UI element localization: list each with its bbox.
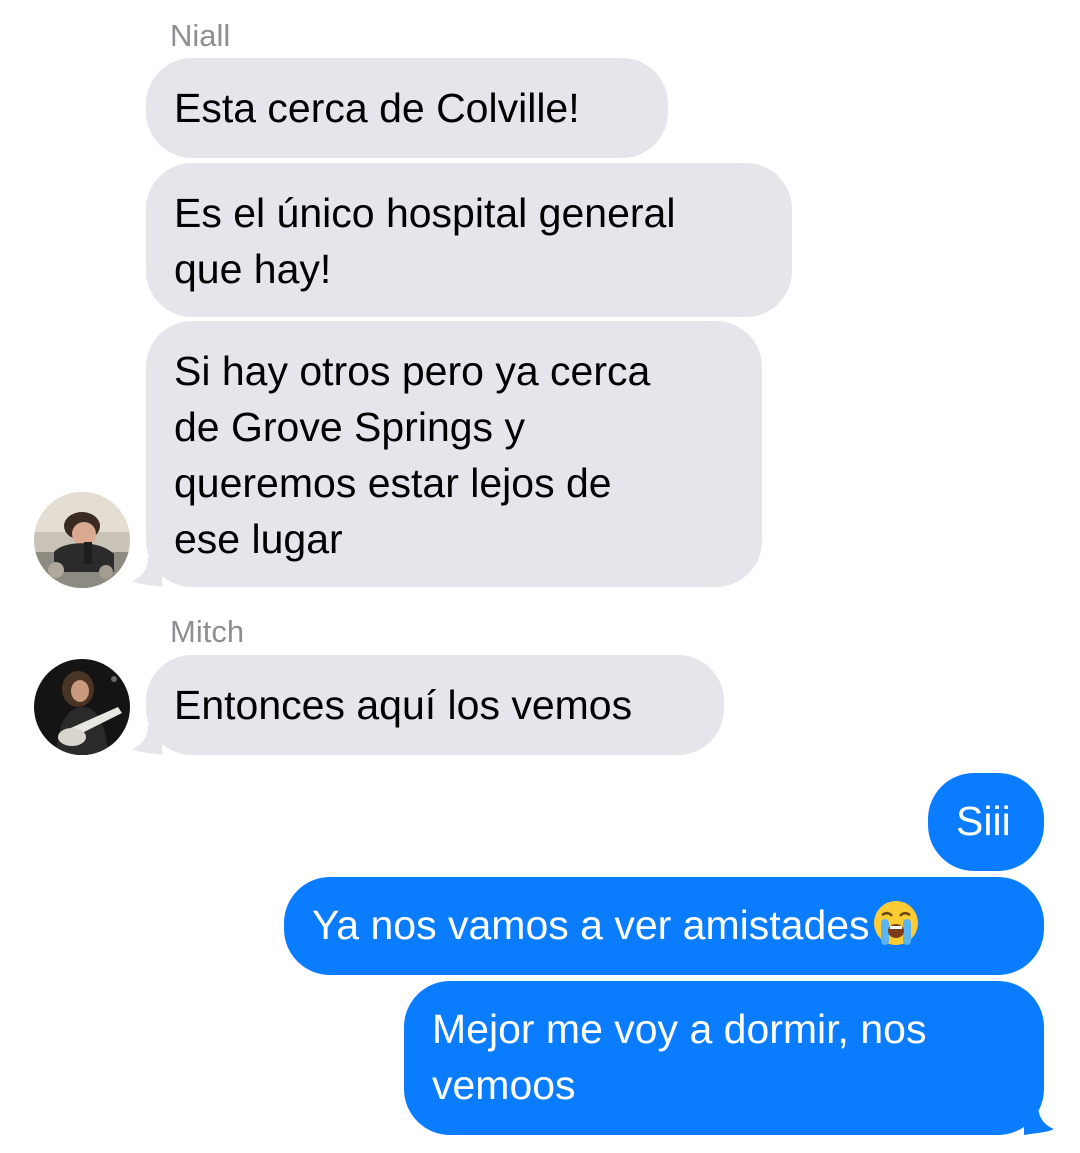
- message-text-line: de Grove Springs y: [174, 404, 525, 450]
- avatar-photo-icon: [34, 659, 130, 755]
- incoming-message-bubble[interactable]: Esta cerca de Colville!: [146, 58, 668, 158]
- message-text: Esta cerca de Colville!: [174, 85, 580, 131]
- outgoing-message-bubble[interactable]: Mejor me voy a dormir, nos vemoos: [404, 981, 1044, 1135]
- message-text-line: queremos estar lejos de: [174, 460, 612, 506]
- message-text-line: Mejor me voy a dormir, nos: [432, 1006, 927, 1052]
- message-text: Ya nos vamos a ver amistades: [312, 902, 870, 948]
- message-text-line: que hay!: [174, 246, 332, 292]
- loudly-crying-face-icon: [873, 901, 918, 945]
- bubble-tail: [132, 725, 162, 755]
- bubble-tail: [1024, 1105, 1054, 1135]
- message-text: Siii: [956, 798, 1011, 844]
- bubble-tail: [132, 557, 162, 587]
- message-text-line: Es el único hospital general: [174, 190, 676, 236]
- message-text: Entonces aquí los vemos: [174, 682, 633, 728]
- avatar-niall[interactable]: [34, 492, 130, 588]
- avatar-photo-icon: [34, 492, 130, 588]
- message-text-line: Si hay otros pero ya cerca: [174, 348, 651, 394]
- sender-name-niall: Niall: [170, 18, 231, 53]
- incoming-message-bubble[interactable]: Entonces aquí los vemos: [146, 655, 724, 755]
- sender-name-mitch: Mitch: [170, 614, 245, 649]
- incoming-message-bubble[interactable]: Es el único hospital general que hay!: [146, 163, 792, 317]
- incoming-message-bubble[interactable]: Si hay otros pero ya cerca de Grove Spri…: [146, 321, 762, 587]
- message-text-line: vemoos: [432, 1062, 576, 1108]
- outgoing-message-bubble[interactable]: Ya nos vamos a ver amistades: [284, 877, 1044, 975]
- avatar-mitch[interactable]: [34, 659, 130, 755]
- outgoing-message-bubble[interactable]: Siii: [928, 773, 1044, 871]
- message-text-line: ese lugar: [174, 516, 343, 562]
